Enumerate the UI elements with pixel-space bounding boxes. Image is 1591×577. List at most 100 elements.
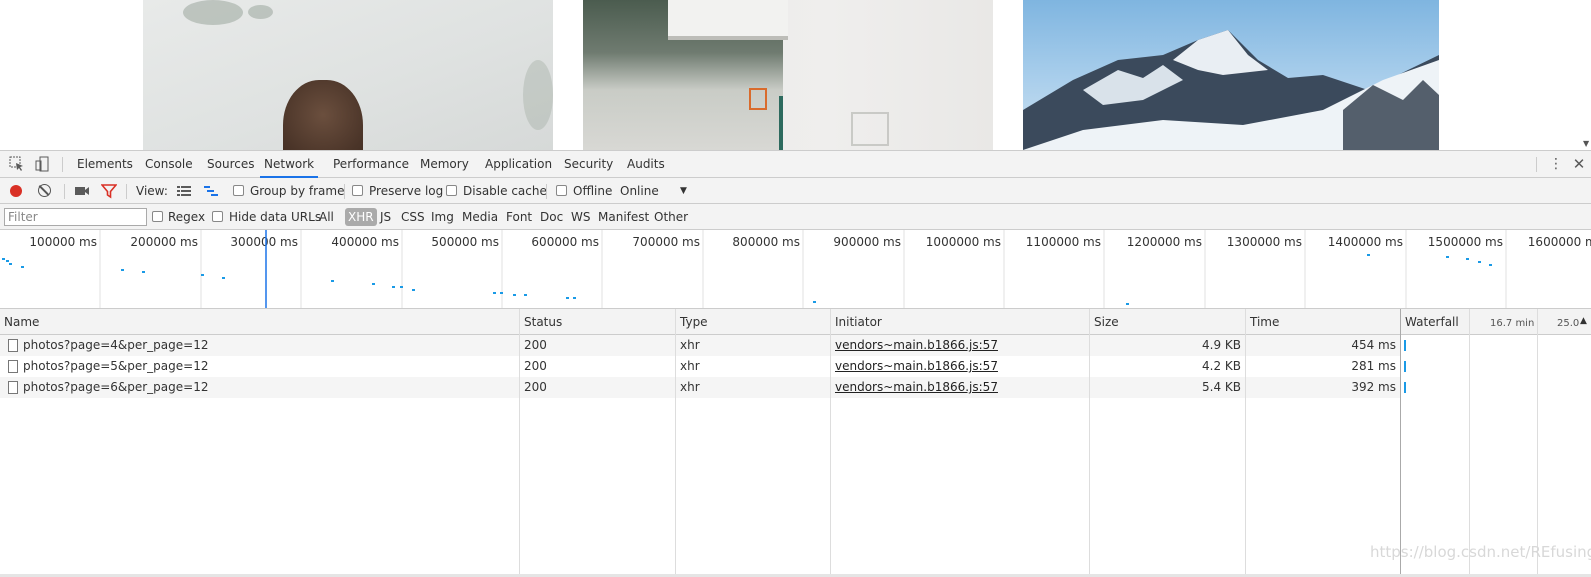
waterfall-bar xyxy=(1404,361,1406,372)
column-divider[interactable] xyxy=(1245,309,1246,577)
watermark-text: https://blog.csdn.net/REfusing xyxy=(1370,543,1591,561)
overview-waterfall-icon[interactable] xyxy=(203,183,219,199)
overview-request-mark xyxy=(493,292,496,294)
filter-type-media[interactable]: Media xyxy=(462,204,498,230)
network-overview[interactable]: 100000 ms 200000 ms 300000 ms 400000 ms 5000… xyxy=(0,230,1591,309)
request-name[interactable]: photos?page=5&per_page=12 xyxy=(23,356,208,377)
more-options-icon[interactable]: ⋮ xyxy=(1548,156,1564,172)
request-type: xhr xyxy=(680,380,700,394)
table-row[interactable]: photos?page=6&per_page=12 200 xhr vendor… xyxy=(0,377,1406,398)
table-row[interactable]: photos?page=4&per_page=12 200 xhr vendor… xyxy=(0,335,1406,356)
photo-mountain[interactable] xyxy=(1023,0,1439,150)
request-name[interactable]: photos?page=4&per_page=12 xyxy=(23,335,208,356)
column-divider[interactable] xyxy=(1400,309,1401,577)
disable-cache-checkbox[interactable] xyxy=(446,185,457,196)
tab-application[interactable]: Application xyxy=(485,151,552,178)
overview-request-mark xyxy=(1126,303,1129,305)
overview-tick-label: 1400000 ms xyxy=(1328,235,1403,249)
filter-input[interactable] xyxy=(4,208,147,226)
photo-basketball-hoop[interactable] xyxy=(583,0,993,150)
filter-type-font[interactable]: Font xyxy=(506,204,532,230)
overview-request-mark xyxy=(500,292,503,294)
overview-request-mark xyxy=(524,294,527,296)
request-status: 200 xyxy=(524,338,547,352)
inspect-element-icon[interactable] xyxy=(9,156,25,172)
filter-type-css[interactable]: CSS xyxy=(401,204,425,230)
column-header-name[interactable]: Name xyxy=(0,309,39,335)
photo-woman[interactable] xyxy=(143,0,553,150)
overview-request-mark xyxy=(1478,261,1481,263)
request-size: 4.2 KB xyxy=(1202,359,1241,373)
column-header-initiator[interactable]: Initiator xyxy=(831,309,882,335)
device-toolbar-icon[interactable] xyxy=(34,156,50,172)
tab-network[interactable]: Network xyxy=(260,151,319,178)
overview-timeline: 100000 ms 200000 ms 300000 ms 400000 ms 5000… xyxy=(2,230,1591,308)
tab-sources[interactable]: Sources xyxy=(207,151,254,178)
filter-type-img[interactable]: Img xyxy=(431,204,454,230)
column-header-waterfall[interactable]: Waterfall xyxy=(1401,309,1459,335)
overview-tick-label: 1600000 ms xyxy=(1528,235,1591,249)
tab-security[interactable]: Security xyxy=(564,151,613,178)
close-icon[interactable]: ✕ xyxy=(1571,156,1587,172)
file-icon xyxy=(8,381,18,394)
column-header-type[interactable]: Type xyxy=(676,309,708,335)
overview-request-mark xyxy=(222,277,225,279)
scroll-down-arrow-icon[interactable]: ▼ xyxy=(1583,139,1589,148)
preserve-log-checkbox[interactable] xyxy=(352,185,363,196)
column-header-status[interactable]: Status xyxy=(520,309,562,335)
regex-checkbox[interactable] xyxy=(152,211,163,222)
column-divider[interactable] xyxy=(675,309,676,577)
request-name[interactable]: photos?page=6&per_page=12 xyxy=(23,377,208,398)
sort-ascending-icon[interactable]: ▲ xyxy=(1576,308,1587,334)
filter-type-js[interactable]: JS xyxy=(380,204,391,230)
network-toolbar: View: Group by frame Preserve log Disabl… xyxy=(0,178,1591,204)
overview-request-mark xyxy=(21,266,24,268)
overview-request-mark xyxy=(400,286,403,288)
column-divider[interactable] xyxy=(519,309,520,577)
filter-type-doc[interactable]: Doc xyxy=(540,204,563,230)
offline-checkbox[interactable] xyxy=(556,185,567,196)
tab-audits[interactable]: Audits xyxy=(627,151,665,178)
tab-memory[interactable]: Memory xyxy=(420,151,469,178)
column-divider[interactable] xyxy=(1089,309,1090,577)
overview-tick-label: 200000 ms xyxy=(130,235,198,249)
waterfall-gridline xyxy=(1537,309,1538,577)
request-initiator-link[interactable]: vendors~main.b1866.js:57 xyxy=(835,356,998,377)
column-divider[interactable] xyxy=(830,309,831,577)
request-initiator-link[interactable]: vendors~main.b1866.js:57 xyxy=(835,377,998,398)
filter-icon[interactable] xyxy=(100,183,118,199)
large-rows-icon[interactable] xyxy=(176,183,192,199)
tab-elements[interactable]: Elements xyxy=(77,151,133,178)
hide-data-urls-label: Hide data URLs xyxy=(229,210,322,224)
filter-type-xhr[interactable]: XHR xyxy=(345,208,377,226)
record-button[interactable] xyxy=(10,185,22,197)
filter-type-other[interactable]: Other xyxy=(654,204,688,230)
request-initiator-link[interactable]: vendors~main.b1866.js:57 xyxy=(835,335,998,356)
request-type: xhr xyxy=(680,359,700,373)
overview-tick-label: 1500000 ms xyxy=(1428,235,1503,249)
column-header-size[interactable]: Size xyxy=(1090,309,1119,335)
filter-type-manifest[interactable]: Manifest xyxy=(598,204,649,230)
hide-data-urls-checkbox[interactable] xyxy=(212,211,223,222)
overview-request-mark xyxy=(566,297,569,299)
group-by-frame-label: Group by frame xyxy=(250,184,345,198)
grid-header: Name Status Type Initiator Size Time Wat… xyxy=(0,309,1591,335)
overview-request-mark xyxy=(2,258,5,260)
tab-performance[interactable]: Performance xyxy=(333,151,409,178)
throttling-select[interactable]: Online xyxy=(620,178,659,204)
overview-request-mark xyxy=(813,301,816,303)
column-header-time[interactable]: Time xyxy=(1246,309,1279,335)
filter-type-all[interactable]: All xyxy=(319,204,334,230)
overview-request-mark xyxy=(1446,256,1449,258)
filter-type-ws[interactable]: WS xyxy=(571,204,590,230)
request-time: 454 ms xyxy=(1351,338,1396,352)
overview-tick-label: 300000 ms xyxy=(230,235,298,249)
table-row[interactable]: photos?page=5&per_page=12 200 xhr vendor… xyxy=(0,356,1406,377)
chevron-down-icon[interactable]: ▼ xyxy=(680,178,687,204)
clear-icon[interactable] xyxy=(38,184,51,197)
capture-screenshots-icon[interactable] xyxy=(74,183,90,199)
overview-request-mark xyxy=(573,297,576,299)
overview-request-mark xyxy=(1367,254,1370,256)
group-by-frame-checkbox[interactable] xyxy=(233,185,244,196)
tab-console[interactable]: Console xyxy=(145,151,193,178)
